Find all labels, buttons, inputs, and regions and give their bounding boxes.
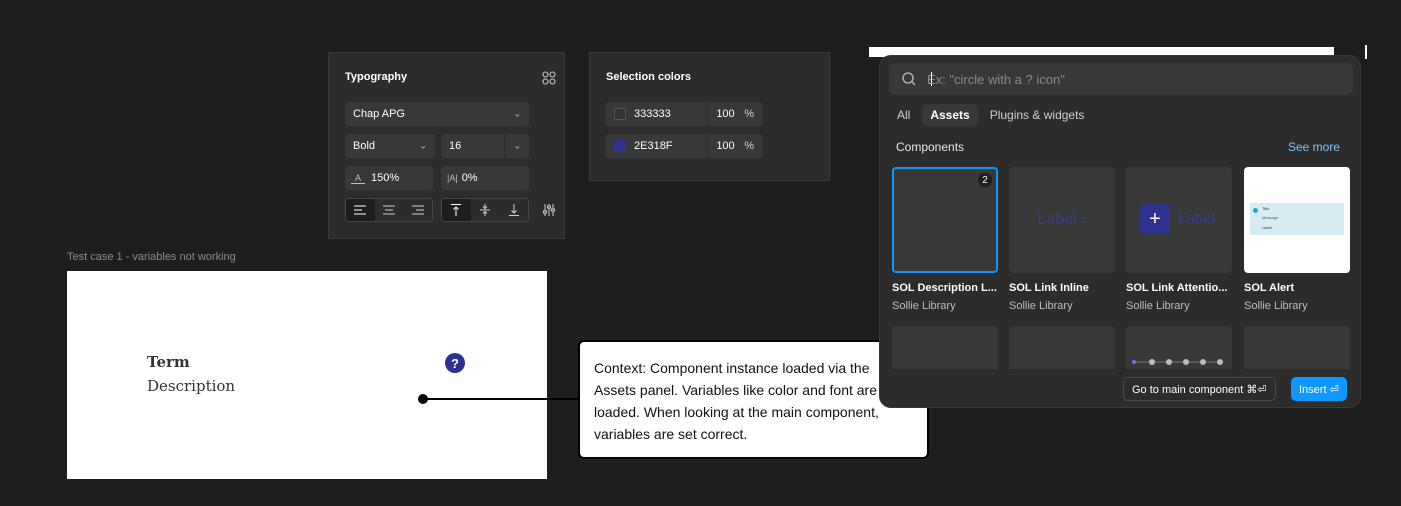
description-text[interactable]: Description: [147, 377, 235, 395]
color-hex-field[interactable]: 333333: [606, 102, 708, 126]
align-middle-button[interactable]: [471, 199, 500, 221]
align-right-icon: [411, 205, 424, 215]
component-name: SOL Description L...: [892, 282, 997, 294]
font-size-input[interactable]: 16 ⌄: [441, 134, 529, 158]
component-card[interactable]: Label ›: [1009, 167, 1115, 273]
selection-colors-panel: Selection colors 333333 100 % 2E318F 100…: [589, 52, 830, 181]
info-icon: [1253, 208, 1258, 213]
preview-link-text: Label ›: [1037, 211, 1087, 228]
percent-unit: %: [744, 108, 754, 120]
chevron-down-icon: ⌄: [513, 108, 521, 119]
letter-spacing-value: 0%: [461, 172, 478, 184]
plus-icon: +: [1140, 204, 1170, 234]
divider: [504, 134, 505, 158]
stepper-preview: [1132, 359, 1223, 365]
alert-label: Label: [1262, 225, 1272, 230]
term-text[interactable]: Term: [147, 353, 190, 371]
align-left-icon: [354, 205, 367, 215]
align-top-button[interactable]: [442, 199, 471, 221]
component-library: Sollie Library: [1244, 300, 1308, 312]
component-card[interactable]: + Label: [1126, 167, 1232, 273]
component-name: SOL Alert: [1244, 282, 1295, 294]
align-center-icon: [383, 205, 395, 215]
color-opacity-field[interactable]: 100 %: [708, 102, 762, 126]
vertical-align-group: [441, 198, 529, 222]
component-card[interactable]: 2: [892, 167, 998, 273]
component-library: Sollie Library: [1009, 300, 1073, 312]
color-hex-field[interactable]: 2E318F: [606, 134, 708, 158]
font-weight-select[interactable]: Bold ⌄: [345, 134, 435, 158]
chevron-down-icon[interactable]: ⌄: [513, 141, 521, 152]
test-frame[interactable]: Term Description ?: [67, 271, 547, 479]
line-height-value: 150%: [371, 172, 400, 184]
color-opacity-value: 100: [716, 140, 735, 152]
font-weight-value: Bold: [353, 140, 376, 152]
styles-grid-icon[interactable]: [542, 71, 556, 85]
color-opacity-value: 100: [716, 108, 735, 120]
component-name: SOL Link Inline: [1009, 282, 1089, 294]
insert-button[interactable]: Insert ⏎: [1291, 377, 1347, 401]
align-center-button[interactable]: [375, 199, 404, 221]
align-right-button[interactable]: [403, 199, 432, 221]
selection-colors-title: Selection colors: [606, 71, 691, 83]
context-note: Context: Component instance loaded via t…: [578, 340, 929, 459]
alert-message: Message: [1262, 215, 1279, 220]
connector-line: [423, 398, 579, 400]
search-icon: [902, 72, 916, 86]
align-top-icon: [451, 204, 462, 216]
popup-footer: Go to main component ⌘⏎ Insert ⏎: [880, 369, 1360, 407]
align-bottom-icon: [508, 204, 519, 216]
color-row[interactable]: 333333 100 %: [606, 102, 762, 126]
component-card[interactable]: Title Message Label: [1244, 167, 1350, 273]
section-title: Components: [896, 140, 965, 154]
color-row[interactable]: 2E318F 100 %: [606, 134, 762, 158]
search-input[interactable]: [927, 71, 1327, 87]
see-more-link[interactable]: See more: [1288, 140, 1340, 154]
component-name: SOL Link Attentio...: [1126, 282, 1228, 294]
typography-title: Typography: [345, 71, 408, 83]
alert-title: Title: [1262, 206, 1270, 211]
color-swatch[interactable]: [614, 140, 626, 152]
percent-unit: %: [744, 140, 754, 152]
frame-label[interactable]: Test case 1 - variables not working: [67, 251, 236, 263]
text-cursor: [931, 72, 932, 86]
typography-panel: Typography Chap APG ⌄ Bold ⌄ 16 ⌄ A 150%…: [328, 52, 565, 239]
type-settings-icon[interactable]: [542, 203, 556, 217]
tab-assets[interactable]: Assets: [922, 104, 978, 126]
text-cursor: [1365, 45, 1367, 59]
preview-link-label: Label: [1178, 210, 1215, 227]
tab-plugins-widgets[interactable]: Plugins & widgets: [982, 104, 1093, 126]
horizontal-align-group: [345, 198, 433, 222]
tab-all[interactable]: All: [889, 104, 918, 126]
component-library: Sollie Library: [892, 300, 956, 312]
variant-count-badge: 2: [978, 173, 992, 187]
component-library: Sollie Library: [1126, 300, 1190, 312]
search-bar[interactable]: [889, 63, 1353, 95]
alert-preview: Title Message Label: [1250, 203, 1344, 235]
color-opacity-field[interactable]: 100 %: [708, 134, 762, 158]
align-bottom-button[interactable]: [499, 199, 528, 221]
font-size-value: 16: [449, 140, 462, 152]
color-swatch[interactable]: [614, 108, 626, 120]
color-hex-value: 2E318F: [634, 140, 673, 152]
letter-spacing-input[interactable]: |A| 0%: [441, 166, 529, 190]
font-family-value: Chap APG: [353, 108, 405, 120]
assets-popup: All Assets Plugins & widgets Components …: [879, 55, 1361, 408]
line-height-input[interactable]: A 150%: [345, 166, 433, 190]
font-family-select[interactable]: Chap APG ⌄: [345, 102, 529, 126]
line-height-icon: A: [351, 172, 365, 184]
go-to-main-component-button[interactable]: Go to main component ⌘⏎: [1123, 377, 1276, 401]
color-hex-value: 333333: [634, 108, 671, 120]
align-left-button[interactable]: [346, 199, 375, 221]
align-middle-icon: [480, 204, 490, 216]
preview-link-label: Label: [1037, 211, 1077, 228]
connector-dot: [418, 394, 428, 404]
chevron-down-icon: ⌄: [419, 140, 427, 151]
tab-bar: All Assets Plugins & widgets: [889, 104, 1092, 126]
question-icon[interactable]: ?: [445, 353, 465, 373]
letter-spacing-icon: |A|: [447, 173, 458, 183]
